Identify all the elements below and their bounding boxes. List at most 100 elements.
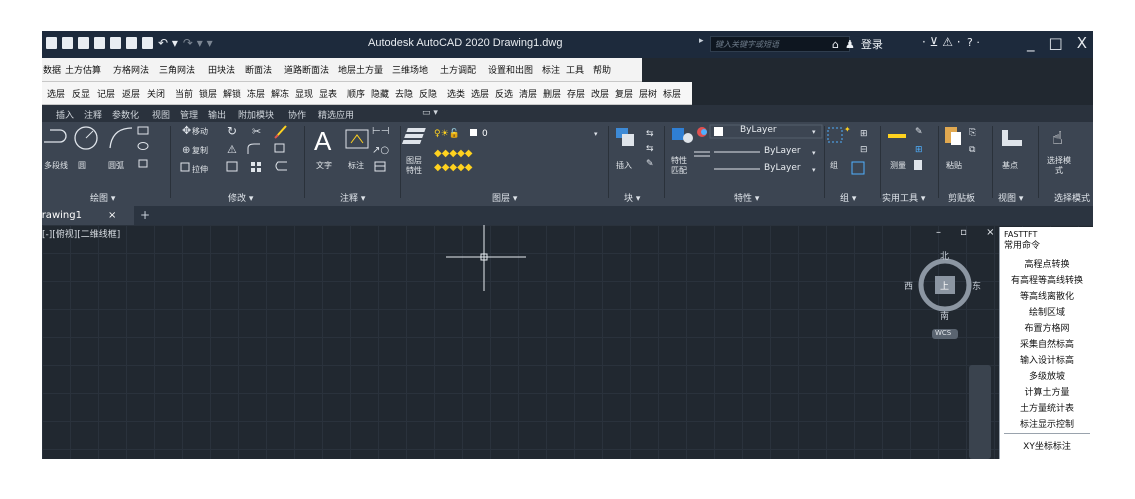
layer-tools-icon[interactable]: ◆◆◆◆◆ ◆◆◆◆◆ [434,148,473,173]
panel-title-groups[interactable]: 组 ▾ [840,191,856,204]
copy-icon[interactable]: ⊕ [182,145,190,156]
layer-tool-show[interactable]: 显现 [295,87,313,100]
drawing-canvas[interactable]: [-][俯视][二维线框] – ▫ × 北 南 东 西 上 WCS [42,225,1093,459]
layer-tool-delete[interactable]: 删层 [543,87,561,100]
viewcube-top[interactable]: 上 [940,279,949,292]
tab-annotate[interactable]: 注释 [84,108,102,121]
paste-icon[interactable] [945,127,961,145]
dimension-icon[interactable] [345,129,369,149]
open-file-icon[interactable] [62,37,73,49]
layer-dropdown[interactable]: ♀☀🔓 0 ▾ [432,127,602,139]
panel-title-touch[interactable]: 选择模式 [1054,191,1090,204]
panel-title-layers[interactable]: 图层 ▾ [492,191,517,204]
viewcube-north[interactable]: 北 [940,249,949,262]
menu-item-earth-estimate[interactable]: 土方估算 [65,63,101,76]
print-icon[interactable] [142,37,153,49]
layer-tool-return[interactable]: 返层 [122,87,140,100]
menu-item-3d-site[interactable]: 三维场地 [392,63,428,76]
fillet-icon[interactable] [247,143,260,154]
rectangle-icon[interactable] [137,126,149,135]
layer-tool-freeze[interactable]: 冻层 [247,87,265,100]
panel-title-modify[interactable]: 修改 ▾ [228,191,253,204]
side-menu-item-xy-coord[interactable]: XY坐标标注 [1000,439,1093,452]
web-save-icon[interactable] [126,37,137,49]
layer-tool-unlock[interactable]: 解锁 [223,87,241,100]
menu-item-earth-allocation[interactable]: 土方调配 [440,63,476,76]
layer-tool-save[interactable]: 存层 [567,87,585,100]
minimize-button[interactable]: _ [1027,34,1035,52]
mirror-icon[interactable]: ⚠ [227,143,237,156]
panel-title-draw[interactable]: 绘图 ▾ [90,191,115,204]
layer-tool-lock[interactable]: 锁层 [199,87,217,100]
tab-insert[interactable]: 插入 [56,108,74,121]
panel-title-view[interactable]: 视图 ▾ [998,191,1023,204]
clipboard-tools-icon[interactable]: ⎘⧉ [969,128,976,155]
side-menu-item-contour-discretize[interactable]: 等高线离散化 [1000,289,1093,302]
new-file-icon[interactable] [46,37,57,49]
menu-item-annotation[interactable]: 标注 [542,63,560,76]
side-menu-item-design-elevation[interactable]: 输入设计标高 [1000,353,1093,366]
move-icon[interactable]: ✥ [182,124,191,137]
new-tab-button[interactable]: + [140,208,150,222]
layer-tool-select-layer[interactable]: 选层 [471,87,489,100]
layer-tool-invert-hide[interactable]: 反隐 [419,87,437,100]
layer-tool-unhide[interactable]: 去隐 [395,87,413,100]
linetype-icon[interactable] [694,151,710,157]
text-icon[interactable]: A [314,126,332,156]
layer-tool-label[interactable]: 标层 [663,87,681,100]
help-icon[interactable]: ? · [967,36,980,49]
save-icon[interactable] [78,37,89,49]
menu-item-triangle-method[interactable]: 三角网法 [159,63,195,76]
color-swatch-icon[interactable] [714,127,723,136]
group-tools-icon[interactable]: ⊞⊟ [860,129,868,155]
viewcube-east[interactable]: 东 [972,279,981,292]
menu-item-tools[interactable]: 工具 [566,63,584,76]
panel-title-block[interactable]: 块 ▾ [624,191,640,204]
search-input[interactable]: 键入关键字或短语 [710,36,850,52]
base-point-icon[interactable] [1002,130,1022,146]
app-store-icon[interactable]: · ⊻ ⚠ · [922,35,961,49]
layer-tool-invert-select[interactable]: 反选 [495,87,513,100]
leader-icon[interactable]: ↗○ [372,145,389,156]
panel-title-clipboard[interactable]: 剪贴板 [948,191,975,204]
layer-tool-select-type[interactable]: 选类 [447,87,465,100]
menu-item-data[interactable]: 数据 [43,63,61,76]
erase-icon[interactable] [274,125,287,139]
viewcube-south[interactable]: 南 [940,309,949,322]
close-button[interactable]: X [1077,34,1087,52]
layer-tool-record[interactable]: 记层 [97,87,115,100]
group-icon[interactable]: ✦ [827,125,851,143]
tab-collaborate[interactable]: 协作 [288,108,306,121]
layer-tool-order[interactable]: 顺序 [347,87,365,100]
table-icon[interactable] [374,161,386,172]
side-menu-item-common[interactable]: 常用命令 [1000,238,1093,251]
side-menu-item-volume-table[interactable]: 土方量统计表 [1000,401,1093,414]
match-properties-icon[interactable] [672,128,693,143]
measure-icon[interactable] [888,134,906,138]
side-menu-item-grid-layout[interactable]: 布置方格网 [1000,321,1093,334]
navigation-bar[interactable] [969,365,991,459]
tab-featured-apps[interactable]: 精选应用 [318,108,354,121]
tab-manage[interactable]: 管理 [180,108,198,121]
side-menu-item-contour-convert[interactable]: 有高程等高线转换 [1000,273,1093,286]
panel-title-annotation[interactable]: 注释 ▾ [340,191,365,204]
redo-icon[interactable]: ↷ ▾ ▾ [183,37,213,49]
tab-output[interactable]: 输出 [208,108,226,121]
scale-icon[interactable] [226,161,238,172]
layer-tool-invert-show[interactable]: 反显 [72,87,90,100]
stretch-icon[interactable] [180,162,190,172]
tab-view[interactable]: 视图 [152,108,170,121]
menu-item-help[interactable]: 帮助 [593,63,611,76]
menu-item-section-method[interactable]: 断面法 [245,63,272,76]
layer-tool-current[interactable]: 当前 [175,87,193,100]
layer-tool-restore[interactable]: 复层 [615,87,633,100]
hatch-icon[interactable] [138,159,148,168]
group-selection-icon[interactable] [851,161,865,175]
arc-icon[interactable] [109,127,133,149]
color-wheel-icon[interactable] [697,127,707,137]
menu-item-stratum-volume[interactable]: 地层土方量 [338,63,383,76]
save-as-icon[interactable] [94,37,105,49]
web-open-icon[interactable] [110,37,121,49]
linear-dim-icon[interactable]: ⊢⊣ [372,126,389,137]
explode-icon[interactable] [274,143,285,153]
